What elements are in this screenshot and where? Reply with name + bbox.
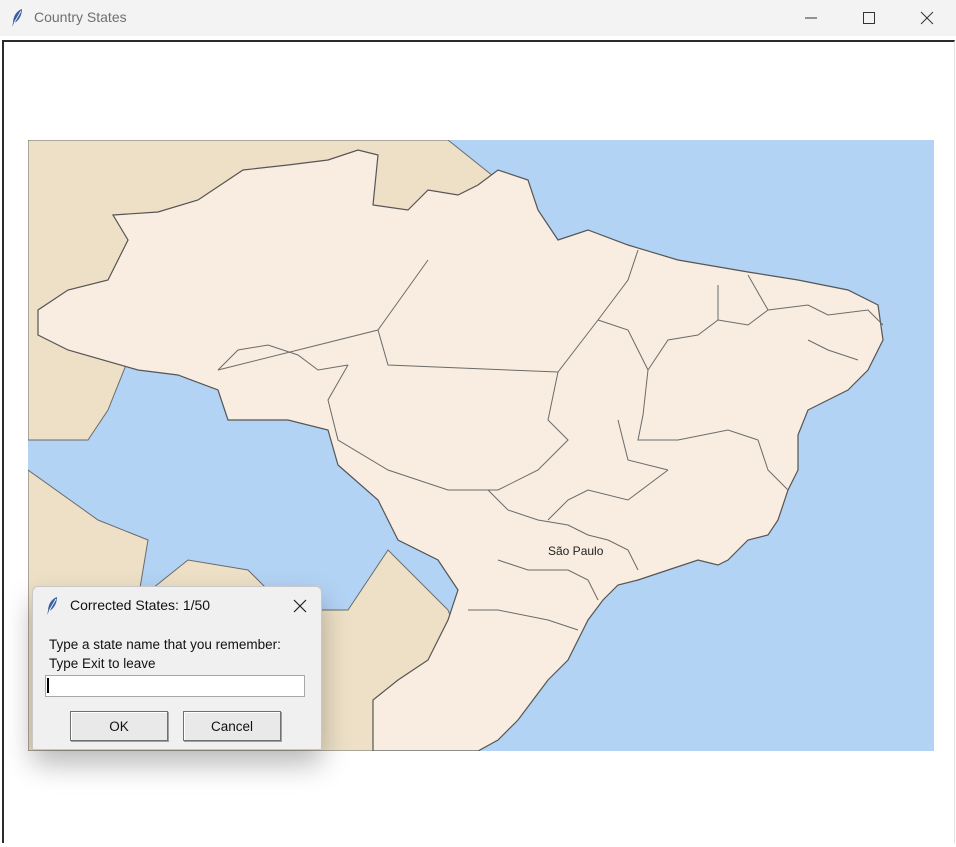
- dialog-body: Type a state name that you remember: Typ…: [33, 623, 321, 749]
- title-bar: Country States: [0, 0, 956, 36]
- prompt-line-2: Type Exit to leave: [49, 656, 156, 671]
- text-caret: [47, 678, 49, 693]
- dialog-title: Corrected States: 1/50: [70, 597, 211, 613]
- input-caret-holder: [45, 675, 305, 697]
- ok-button[interactable]: OK: [70, 711, 168, 741]
- window-title: Country States: [34, 9, 127, 25]
- input-dialog: Corrected States: 1/50 Type a state name…: [32, 586, 322, 750]
- cancel-button[interactable]: Cancel: [183, 711, 281, 741]
- map-label-sao-paulo: São Paulo: [548, 544, 604, 558]
- close-icon: [293, 599, 307, 613]
- maximize-icon: [863, 12, 875, 24]
- close-button[interactable]: [898, 0, 956, 36]
- minimize-icon: [805, 17, 817, 19]
- close-icon: [920, 11, 934, 25]
- feather-icon: [10, 8, 24, 28]
- prompt-line-1: Type a state name that you remember:: [49, 637, 281, 652]
- dialog-prompt: Type a state name that you remember: Typ…: [49, 635, 281, 673]
- maximize-button[interactable]: [840, 0, 898, 36]
- dialog-close-button[interactable]: [289, 595, 311, 617]
- feather-icon: [45, 596, 59, 616]
- minimize-button[interactable]: [782, 0, 840, 36]
